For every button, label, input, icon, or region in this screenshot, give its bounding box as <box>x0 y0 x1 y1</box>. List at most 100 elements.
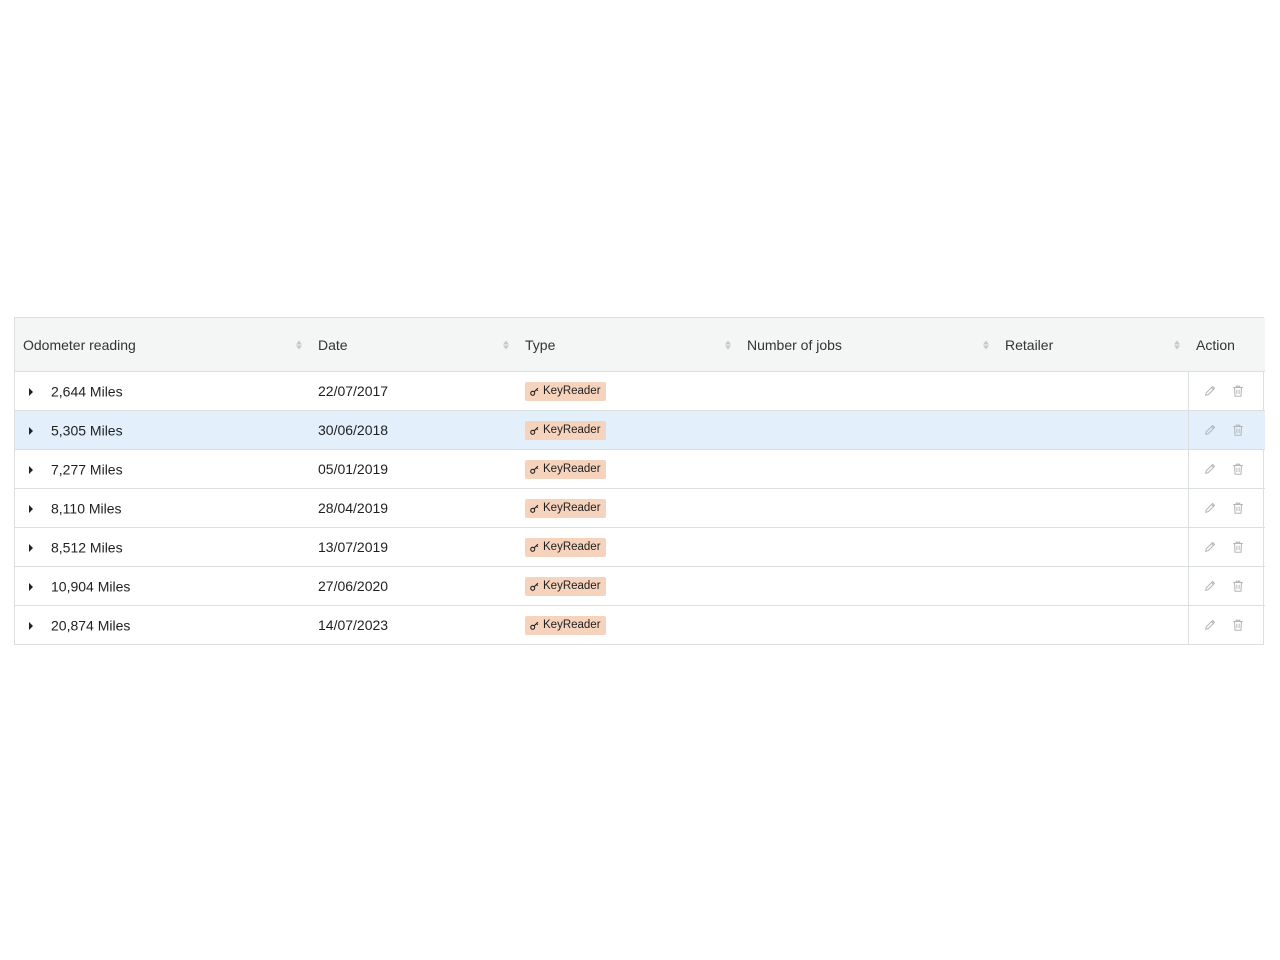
caret-right-icon[interactable] <box>29 582 33 591</box>
pencil-icon[interactable] <box>1203 618 1217 632</box>
sort-icon[interactable] <box>503 340 509 349</box>
odometer-cell: 7,277 Miles <box>15 449 310 489</box>
retailer-cell <box>997 410 1188 450</box>
caret-right-icon[interactable] <box>29 543 33 552</box>
odometer-readings-table: Odometer reading Date Type Number of jobs Re… <box>14 317 1265 645</box>
retailer-cell <box>997 527 1188 567</box>
type-badge: KeyReader <box>525 381 606 401</box>
type-badge-label: KeyReader <box>543 579 601 592</box>
number-of-jobs-cell <box>739 606 997 645</box>
number-of-jobs-cell <box>739 410 997 450</box>
odometer-value: 5,305 Miles <box>51 422 123 439</box>
type-badge: KeyReader <box>525 498 606 518</box>
key-icon <box>530 621 539 630</box>
pencil-icon[interactable] <box>1203 384 1217 398</box>
date-cell: 22/07/2017 <box>310 371 517 411</box>
table-body: 2,644 Miles 22/07/2017 KeyReader 5,305 Mile… <box>15 371 1265 645</box>
number-of-jobs-cell <box>739 371 997 411</box>
trash-icon[interactable] <box>1231 462 1245 476</box>
column-header-label: Retailer <box>1005 336 1054 353</box>
type-badge-label: KeyReader <box>543 462 601 475</box>
column-header-date[interactable]: Date <box>310 318 517 372</box>
odometer-value: 8,110 Miles <box>51 500 122 517</box>
retailer-cell <box>997 449 1188 489</box>
trash-icon[interactable] <box>1231 540 1245 554</box>
sort-icon[interactable] <box>983 340 989 349</box>
table-row[interactable]: 10,904 Miles 27/06/2020 KeyReader <box>15 566 1265 606</box>
caret-right-icon[interactable] <box>29 504 33 513</box>
odometer-cell: 8,512 Miles <box>15 527 310 567</box>
table-row[interactable]: 2,644 Miles 22/07/2017 KeyReader <box>15 371 1265 411</box>
number-of-jobs-cell <box>739 566 997 606</box>
type-badge: KeyReader <box>525 420 606 440</box>
key-icon <box>530 387 539 396</box>
sort-icon[interactable] <box>1174 340 1180 349</box>
sort-icon[interactable] <box>296 340 302 349</box>
odometer-value: 7,277 Miles <box>51 461 123 478</box>
table-row[interactable]: 8,110 Miles 28/04/2019 KeyReader <box>15 488 1265 528</box>
table-row[interactable]: 8,512 Miles 13/07/2019 KeyReader <box>15 527 1265 567</box>
date-cell: 28/04/2019 <box>310 488 517 528</box>
odometer-cell: 5,305 Miles <box>15 410 310 450</box>
trash-icon[interactable] <box>1231 618 1245 632</box>
type-badge: KeyReader <box>525 459 606 479</box>
pencil-icon[interactable] <box>1203 579 1217 593</box>
pencil-icon[interactable] <box>1203 462 1217 476</box>
key-icon <box>530 543 539 552</box>
type-badge-label: KeyReader <box>543 540 601 553</box>
number-of-jobs-cell <box>739 527 997 567</box>
key-icon <box>530 426 539 435</box>
type-badge: KeyReader <box>525 615 606 635</box>
type-cell: KeyReader <box>517 527 739 567</box>
date-cell: 30/06/2018 <box>310 410 517 450</box>
type-badge: KeyReader <box>525 537 606 557</box>
odometer-value: 10,904 Miles <box>51 578 131 595</box>
pencil-icon[interactable] <box>1203 540 1217 554</box>
column-header-retailer[interactable]: Retailer <box>997 318 1188 372</box>
column-header-type[interactable]: Type <box>517 318 739 372</box>
type-cell: KeyReader <box>517 566 739 606</box>
caret-right-icon[interactable] <box>29 426 33 435</box>
odometer-cell: 10,904 Miles <box>15 566 310 606</box>
action-cell <box>1187 449 1265 489</box>
column-header-odometer-reading[interactable]: Odometer reading <box>15 318 310 372</box>
action-cell <box>1187 566 1265 606</box>
column-header-label: Action <box>1196 336 1235 353</box>
action-cell <box>1187 605 1265 644</box>
type-cell: KeyReader <box>517 488 739 528</box>
caret-right-icon[interactable] <box>29 387 33 396</box>
type-cell: KeyReader <box>517 606 739 645</box>
action-cell <box>1187 527 1265 567</box>
pencil-icon[interactable] <box>1203 423 1217 437</box>
odometer-value: 20,874 Miles <box>51 617 131 634</box>
trash-icon[interactable] <box>1231 501 1245 515</box>
retailer-cell <box>997 606 1188 645</box>
table-row[interactable]: 7,277 Miles 05/01/2019 KeyReader <box>15 449 1265 489</box>
key-icon <box>530 582 539 591</box>
action-cell <box>1187 371 1265 411</box>
date-cell: 27/06/2020 <box>310 566 517 606</box>
retailer-cell <box>997 488 1188 528</box>
column-header-label: Number of jobs <box>747 336 842 353</box>
pencil-icon[interactable] <box>1203 501 1217 515</box>
caret-right-icon[interactable] <box>29 621 33 630</box>
key-icon <box>530 504 539 513</box>
retailer-cell <box>997 371 1188 411</box>
odometer-value: 2,644 Miles <box>51 383 123 400</box>
column-header-number-of-jobs[interactable]: Number of jobs <box>739 318 997 372</box>
caret-right-icon[interactable] <box>29 465 33 474</box>
key-icon <box>530 465 539 474</box>
type-cell: KeyReader <box>517 371 739 411</box>
table-row[interactable]: 5,305 Miles 30/06/2018 KeyReader <box>15 410 1265 450</box>
table-header-row: Odometer reading Date Type Number of jobs Re… <box>15 318 1265 372</box>
trash-icon[interactable] <box>1231 384 1245 398</box>
odometer-cell: 8,110 Miles <box>15 488 310 528</box>
type-badge-label: KeyReader <box>543 618 601 631</box>
table-row[interactable]: 20,874 Miles 14/07/2023 KeyReader <box>15 605 1265 645</box>
trash-icon[interactable] <box>1231 423 1245 437</box>
date-cell: 13/07/2019 <box>310 527 517 567</box>
retailer-cell <box>997 566 1188 606</box>
odometer-value: 8,512 Miles <box>51 539 123 556</box>
sort-icon[interactable] <box>725 340 731 349</box>
trash-icon[interactable] <box>1231 579 1245 593</box>
